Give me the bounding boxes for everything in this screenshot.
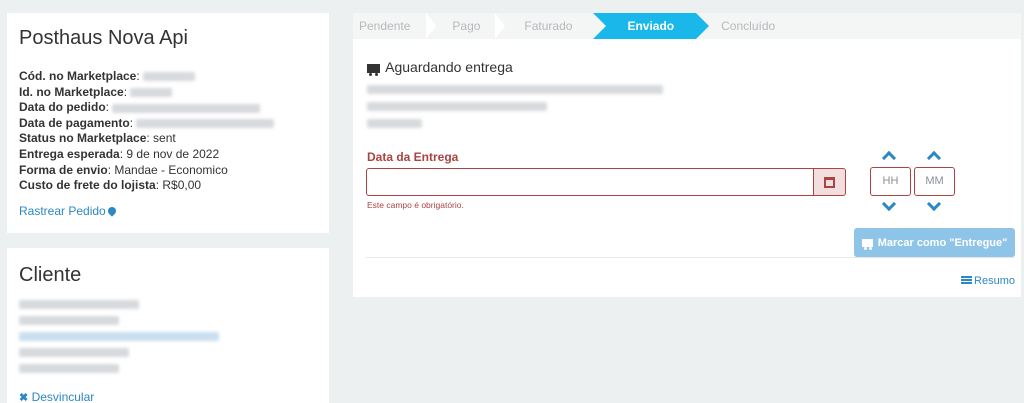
step-separator xyxy=(426,13,436,39)
mark-delivered-button[interactable]: Marcar como "Entregue" xyxy=(854,228,1015,257)
order-progress-steps: Pendente Pago Faturado Enviado Concluído xyxy=(353,13,1021,39)
delivery-date-input[interactable] xyxy=(366,168,814,196)
redacted-client-name xyxy=(19,300,139,309)
step-separator xyxy=(495,13,505,39)
redacted-client-email[interactable] xyxy=(19,332,219,341)
calendar-button[interactable] xyxy=(813,168,846,196)
step-enviado: Enviado xyxy=(593,13,709,39)
truck-icon xyxy=(861,238,873,250)
delivery-date-label: Data da Entrega xyxy=(367,150,459,164)
client-details xyxy=(19,300,317,373)
order-fields: Cód. no Marketplace: Id. no Marketplace:… xyxy=(19,69,317,194)
order-field: Cód. no Marketplace: xyxy=(19,69,317,85)
hour-input[interactable]: HH xyxy=(870,167,911,196)
minute-input[interactable]: MM xyxy=(914,167,955,196)
order-field: Id. no Marketplace: xyxy=(19,85,317,101)
hour-decrement-chevron-down-icon[interactable] xyxy=(881,196,897,212)
list-icon xyxy=(961,276,973,284)
order-field: Entrega esperada: 9 de nov de 2022 xyxy=(19,146,220,161)
track-order-link[interactable]: Rastrear Pedido xyxy=(19,204,118,218)
summary-link[interactable]: Resumo xyxy=(961,275,1015,287)
close-icon: ✖ xyxy=(19,392,29,403)
redacted-value xyxy=(136,119,275,129)
step-concluido: Concluído xyxy=(721,19,776,33)
redacted-address-line xyxy=(367,85,663,94)
order-field: Data de pagamento: xyxy=(19,116,317,132)
order-field: Data do pedido: xyxy=(19,100,317,116)
redacted-address-line xyxy=(367,102,547,111)
unlink-client-link[interactable]: ✖ Desvincular xyxy=(19,390,94,403)
shipment-status: Aguardando entrega xyxy=(367,59,513,76)
redacted-client-phone xyxy=(19,348,129,357)
client-panel: Cliente ✖ Desvincular xyxy=(7,248,329,403)
client-panel-title: Cliente xyxy=(19,264,82,286)
map-marker-icon xyxy=(106,205,118,217)
order-field: Status no Marketplace: sent xyxy=(19,131,176,146)
order-field: Forma de envio: Mandae - Economico xyxy=(19,162,228,177)
minute-increment-chevron-up-icon[interactable] xyxy=(926,150,942,166)
redacted-value xyxy=(112,103,261,113)
order-field: Custo de frete do lojista: R$0,00 xyxy=(19,178,202,193)
step-pago: Pago xyxy=(452,19,481,33)
truck-icon xyxy=(367,64,380,76)
delivery-date-error: Este campo é obrigatório. xyxy=(367,200,464,210)
redacted-address-line xyxy=(367,119,422,128)
order-info-panel: Posthaus Nova Api Cód. no Marketplace: I… xyxy=(7,13,329,233)
shipment-panel: Pendente Pago Faturado Enviado Concluído… xyxy=(353,13,1021,297)
order-panel-title: Posthaus Nova Api xyxy=(19,27,188,49)
hour-increment-chevron-up-icon[interactable] xyxy=(881,150,897,166)
delivery-address xyxy=(367,85,663,136)
divider xyxy=(366,257,1015,258)
redacted-client-cpf xyxy=(19,316,119,325)
redacted-value xyxy=(143,72,196,82)
redacted-value xyxy=(130,87,173,97)
redacted-client-phone-2 xyxy=(19,364,119,373)
calendar-icon xyxy=(824,176,835,188)
step-pendente: Pendente xyxy=(359,19,411,33)
minute-decrement-chevron-down-icon[interactable] xyxy=(926,196,942,212)
step-faturado: Faturado xyxy=(524,19,573,33)
